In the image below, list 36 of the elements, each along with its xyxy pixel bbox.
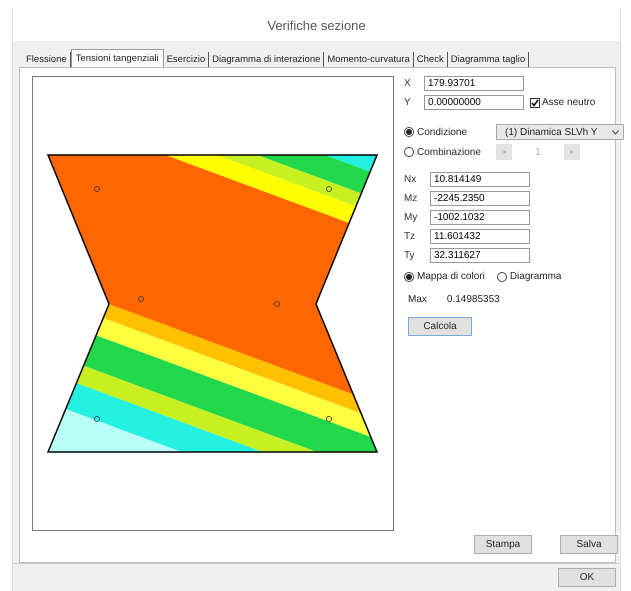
radio-label: Mappa di colori — [417, 271, 485, 282]
field-label: X — [404, 78, 412, 89]
radio-label: Diagramma — [510, 271, 562, 282]
checkbox-label: Asse neutro — [542, 97, 596, 108]
input-field[interactable]: -1002.1032 — [430, 210, 530, 225]
radio-button[interactable] — [404, 127, 414, 137]
calculate-button[interactable]: Calcola — [408, 317, 472, 336]
input-field[interactable]: 0.00000000 — [424, 95, 524, 110]
dropdown-value: (1) Dinamica SLVh Y — [505, 126, 598, 138]
radio-label: Condizione — [417, 126, 468, 138]
max-value: 0.14985353 — [446, 294, 500, 305]
field-label: Mz — [404, 193, 418, 204]
input-field[interactable]: 32.311627 — [430, 248, 530, 263]
spinner-value: 1 — [534, 146, 542, 158]
chevron-icon — [612, 130, 619, 134]
radio-label: Combinazione — [417, 146, 481, 158]
action-button[interactable]: Salva — [560, 534, 618, 554]
window-title: Verifiche sezione — [267, 18, 366, 33]
field-label: Ty — [404, 250, 416, 261]
radio-button[interactable] — [496, 272, 507, 282]
field-label: Y — [404, 97, 412, 108]
input-field[interactable]: -2245.2350 — [430, 191, 530, 206]
condition-dropdown[interactable]: (1) Dinamica SLVh Y — [496, 124, 624, 140]
field-label: Nx — [404, 174, 418, 185]
action-button[interactable]: Stampa — [474, 534, 532, 554]
input-field[interactable]: 11.601432 — [430, 229, 530, 244]
checkbox[interactable] — [530, 98, 540, 108]
ok-button[interactable]: OK — [558, 568, 616, 587]
tab[interactable]: Tensioni tangenziali — [70, 49, 164, 67]
max-label: Max — [408, 294, 427, 305]
field-label: My — [404, 212, 418, 223]
radio-button[interactable] — [404, 147, 414, 157]
input-field[interactable]: 179.93701 — [424, 76, 524, 91]
radio-button[interactable] — [404, 272, 414, 282]
input-field[interactable]: 10.814149 — [430, 172, 530, 187]
field-label: Tz — [404, 231, 416, 242]
